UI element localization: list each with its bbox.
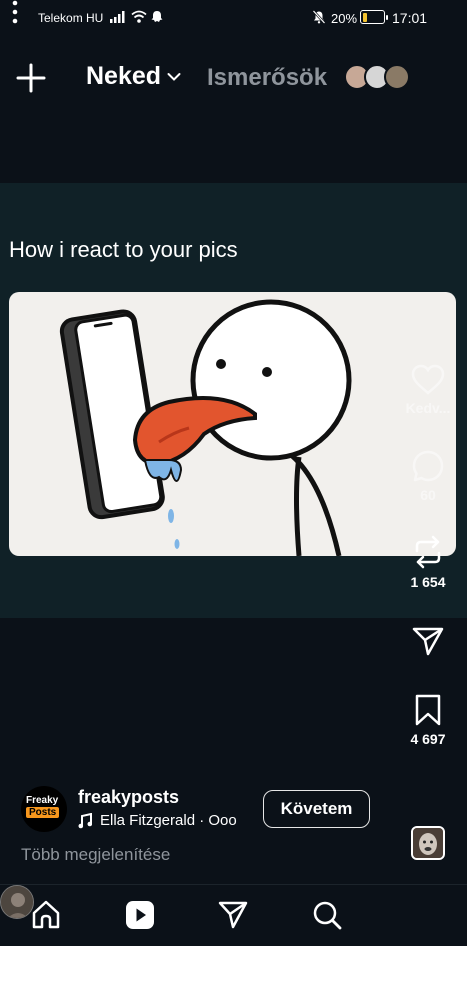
music-note-icon <box>78 812 92 828</box>
audio-thumbnail[interactable] <box>411 826 445 860</box>
profile-avatar[interactable] <box>0 885 34 919</box>
like-button[interactable]: Kedv... <box>398 364 458 416</box>
battery-level-fill <box>362 12 367 22</box>
comment-count: 60 <box>420 487 436 503</box>
home-icon[interactable] <box>30 899 62 931</box>
show-more-link[interactable]: Több megjelenítése <box>21 845 170 865</box>
mute-bell-icon <box>312 10 326 24</box>
like-label: Kedv... <box>405 400 451 416</box>
face-icon <box>413 828 443 858</box>
top-nav: Neked Ismerősök <box>0 52 467 104</box>
bottom-nav <box>0 885 467 946</box>
music-info[interactable]: Ella Fitzgerald · Ooo <box>78 812 237 829</box>
author-username[interactable]: freakyposts <box>78 787 179 808</box>
reels-screen: Telekom HU 20% 17:01 Neked Ismerősök How… <box>0 0 467 946</box>
repost-count: 1 654 <box>410 574 446 590</box>
share-button[interactable] <box>398 624 458 658</box>
music-title: Ella Fitzgerald · Ooo <box>100 812 237 829</box>
reel-caption: How i react to your pics <box>9 237 238 262</box>
tab-for-you[interactable]: Neked <box>86 62 181 91</box>
save-button[interactable]: 4 697 <box>398 693 458 747</box>
carrier-name: Telekom HU <box>38 11 104 25</box>
messages-icon[interactable] <box>217 899 249 931</box>
meme-illustration <box>59 299 352 556</box>
tab-for-you-label: Neked <box>86 62 162 90</box>
signal-icon <box>110 11 125 23</box>
bookmark-icon <box>415 694 441 726</box>
author-avatar[interactable]: Freaky Posts <box>21 786 67 832</box>
clock: 17:01 <box>392 10 428 26</box>
snapchat-ghost-icon <box>151 11 163 22</box>
paper-plane-icon <box>412 627 444 656</box>
chevron-down-icon <box>167 72 181 81</box>
plus-icon[interactable] <box>14 61 48 95</box>
reel-post[interactable]: How i react to your pics <box>0 183 467 618</box>
save-count: 4 697 <box>410 731 446 747</box>
tab-friends[interactable]: Ismerősök <box>207 64 327 92</box>
comment-button[interactable]: 60 <box>398 449 458 503</box>
friend-avatar <box>384 64 410 90</box>
repost-icon <box>415 535 441 569</box>
heart-icon <box>411 364 445 395</box>
reels-icon[interactable] <box>124 899 156 931</box>
battery-icon <box>360 10 388 24</box>
comment-icon <box>412 450 444 482</box>
repost-button[interactable]: 1 654 <box>398 534 458 590</box>
follow-button[interactable]: Követem <box>263 790 370 828</box>
wifi-icon <box>131 10 147 23</box>
search-icon[interactable] <box>311 899 343 931</box>
battery-percent: 20% <box>331 11 358 26</box>
meme-image[interactable] <box>9 292 456 556</box>
avatar-text-line2: Posts <box>26 807 60 818</box>
friends-avatar-stack[interactable] <box>344 64 414 92</box>
avatar-text-line1: Freaky <box>26 795 59 806</box>
status-bar: Telekom HU 20% 17:01 <box>0 0 467 36</box>
